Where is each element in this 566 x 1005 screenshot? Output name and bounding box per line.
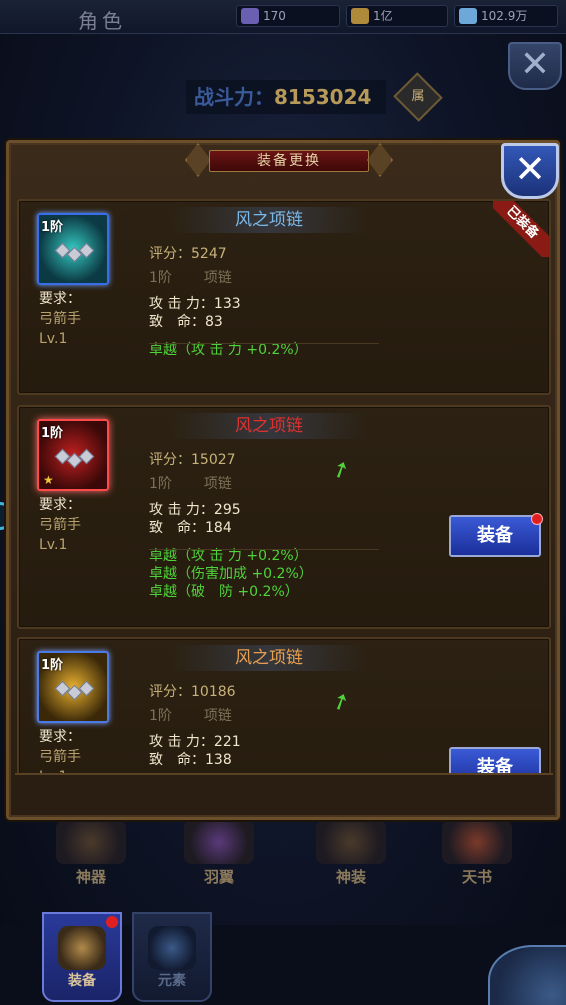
equipped-badge: 已装备 bbox=[493, 201, 549, 257]
requirement-class: 弓箭手 bbox=[39, 517, 81, 533]
equipped-badge-label: 已装备 bbox=[493, 201, 549, 257]
nav-equip-label: 装备 bbox=[68, 973, 96, 989]
requirement-label: 要求： bbox=[39, 497, 81, 513]
header-ornament-right bbox=[367, 143, 393, 177]
tab-artifact-label: 神器 bbox=[75, 868, 106, 886]
item-name: 风之项链 bbox=[169, 413, 369, 439]
bottom-tabs: 神器 羽翼 神装 天书 bbox=[0, 812, 566, 894]
notification-dot bbox=[106, 916, 118, 928]
wings-icon bbox=[184, 820, 254, 864]
attack-stat: 攻 击 力：221 bbox=[149, 734, 241, 750]
upgrade-arrow-icon: ➚ bbox=[327, 454, 355, 486]
tab-artifact[interactable]: 神器 bbox=[46, 820, 136, 890]
resource-diamond-value: 102.9万 bbox=[481, 9, 528, 23]
item-subinfo: 1阶 项链 bbox=[149, 270, 232, 286]
crit-stat: 致 命：138 bbox=[149, 752, 232, 768]
item-score: 评分：15027 bbox=[149, 452, 236, 468]
item-name: 风之项链 bbox=[169, 645, 369, 671]
book-icon bbox=[241, 8, 259, 24]
top-bar: 角色 170 1亿 102.9万 bbox=[0, 0, 566, 34]
item-icon[interactable]: 1阶 bbox=[37, 651, 109, 723]
item-tier: 1阶 bbox=[41, 426, 64, 441]
item-icon[interactable]: 1阶 bbox=[37, 213, 109, 285]
excellent-bonus: 卓越（伤害加成 +0.2%） bbox=[149, 566, 313, 582]
equipment-card: 风之项链 1阶 ★ 要求： 弓箭手 Lv.1 评分：15027 1阶 项链 攻 击… bbox=[17, 405, 551, 629]
divider bbox=[149, 343, 379, 344]
item-score: 评分：5247 bbox=[149, 246, 227, 262]
heaven-book-icon bbox=[442, 820, 512, 864]
nav-equip[interactable]: 装备 bbox=[42, 912, 122, 1002]
page-title: 角色 bbox=[78, 9, 126, 33]
star-icon: ★ bbox=[43, 473, 54, 487]
nav-element[interactable]: 元素 bbox=[132, 912, 212, 1002]
item-stats: 评分：10186 1阶 项链 攻 击 力：221 致 命：138 bbox=[149, 683, 241, 769]
requirement-class: 弓箭手 bbox=[39, 311, 81, 327]
resource-gold-value: 1亿 bbox=[373, 9, 393, 23]
tab-heaven-book[interactable]: 天书 bbox=[432, 820, 522, 890]
excellent-bonus: 卓越（破 防 +0.2%） bbox=[149, 584, 299, 600]
header-ornament-left bbox=[185, 143, 211, 177]
notification-dot bbox=[531, 513, 543, 525]
necklace-icon bbox=[54, 241, 95, 263]
resource-book: 170 bbox=[236, 5, 340, 27]
divine-gear-icon bbox=[316, 820, 386, 864]
requirement-class: 弓箭手 bbox=[39, 749, 81, 765]
equip-button[interactable]: 装备 bbox=[449, 513, 543, 557]
page-close-button[interactable]: ✕ bbox=[508, 42, 562, 90]
equip-button-label: 装备 bbox=[477, 525, 513, 546]
modal-footer-frame bbox=[15, 773, 553, 793]
requirement-label: 要求： bbox=[39, 291, 81, 307]
combat-power: 战斗力：8153024 bbox=[186, 80, 386, 114]
item-icon[interactable]: 1阶 ★ bbox=[37, 419, 109, 491]
crit-stat: 致 命：83 bbox=[149, 314, 223, 330]
item-tier: 1阶 bbox=[41, 658, 64, 673]
combat-power-label: 战斗力： bbox=[194, 85, 274, 109]
item-name: 风之项链 bbox=[169, 207, 369, 233]
attack-stat: 攻 击 力：295 bbox=[149, 502, 241, 518]
crit-stat: 致 命：184 bbox=[149, 520, 232, 536]
combat-power-value: 8153024 bbox=[274, 85, 372, 109]
item-stats: 评分：15027 1阶 项链 攻 击 力：295 致 命：184 卓越（攻 击 力… bbox=[149, 451, 313, 601]
item-tier: 1阶 bbox=[41, 220, 64, 235]
necklace-icon bbox=[54, 447, 95, 469]
tab-divine-gear-label: 神装 bbox=[335, 868, 366, 886]
resource-gold: 1亿 bbox=[346, 5, 448, 27]
tab-wings[interactable]: 羽翼 bbox=[174, 820, 264, 890]
equipment-card: 风之项链 1阶 要求： 弓箭手 Lv.1 评分：10186 1阶项链 攻 击 力… bbox=[17, 637, 551, 779]
diamond-icon bbox=[459, 8, 477, 24]
attribute-button-label: 属 bbox=[411, 89, 425, 104]
requirement: 要求： 弓箭手 Lv.1 bbox=[39, 495, 81, 555]
resource-book-value: 170 bbox=[263, 9, 286, 23]
tab-heaven-book-label: 天书 bbox=[461, 868, 492, 886]
equipment-list[interactable]: 风之项链 已装备 1阶 要求： 弓箭手 Lv.1 评分：5247 1阶 项链 攻 … bbox=[15, 199, 551, 779]
modal-header: 装备更换 bbox=[185, 141, 393, 177]
coin-bag-icon bbox=[351, 8, 369, 24]
nav-element-label: 元素 bbox=[158, 973, 186, 989]
divider bbox=[149, 549, 379, 550]
necklace-icon bbox=[54, 679, 95, 701]
tab-wings-label: 羽翼 bbox=[203, 868, 234, 886]
helmet-icon bbox=[58, 926, 106, 970]
resource-diamond: 102.9万 bbox=[454, 5, 558, 27]
element-icon bbox=[148, 926, 196, 970]
modal-close-button[interactable]: ✕ bbox=[501, 143, 559, 199]
artifact-icon bbox=[56, 820, 126, 864]
item-subinfo: 1阶 项链 bbox=[149, 708, 232, 724]
tab-divine-gear[interactable]: 神装 bbox=[306, 820, 396, 890]
requirement-level: Lv.1 bbox=[39, 331, 68, 347]
requirement-level: Lv.1 bbox=[39, 537, 68, 553]
attack-stat: 攻 击 力：133 bbox=[149, 296, 241, 312]
modal-title: 装备更换 bbox=[209, 150, 369, 172]
upgrade-arrow-icon: ➚ bbox=[327, 686, 355, 718]
requirement-label: 要求： bbox=[39, 729, 81, 745]
equipment-swap-modal: 装备更换 ✕ 风之项链 已装备 1阶 要求： 弓箭手 Lv.1 评分：5247 … bbox=[6, 140, 560, 820]
item-score: 评分：10186 bbox=[149, 684, 236, 700]
equipment-card: 风之项链 已装备 1阶 要求： 弓箭手 Lv.1 评分：5247 1阶 项链 攻 … bbox=[17, 199, 551, 395]
item-stats: 评分：5247 1阶 项链 攻 击 力：133 致 命：83 卓越（攻 击 力 +… bbox=[149, 245, 308, 359]
item-subinfo: 1阶 项链 bbox=[149, 476, 232, 492]
requirement: 要求： 弓箭手 Lv.1 bbox=[39, 727, 81, 779]
requirement: 要求： 弓箭手 Lv.1 bbox=[39, 289, 81, 349]
